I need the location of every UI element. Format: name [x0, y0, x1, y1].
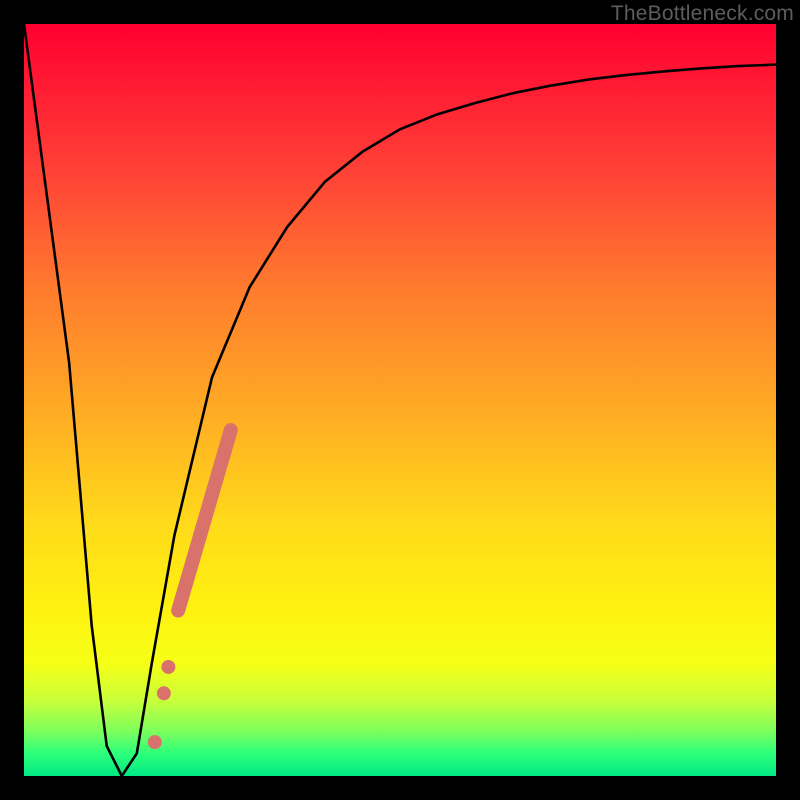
highlight-dot: [148, 735, 162, 749]
chart-frame: TheBottleneck.com: [0, 0, 800, 800]
highlight-dot: [161, 660, 175, 674]
highlight-segment: [178, 430, 231, 610]
bottleneck-curve: [24, 24, 776, 776]
chart-svg: [24, 24, 776, 776]
watermark-text: TheBottleneck.com: [611, 2, 794, 26]
highlight-dot: [157, 686, 171, 700]
plot-area: [24, 24, 776, 776]
